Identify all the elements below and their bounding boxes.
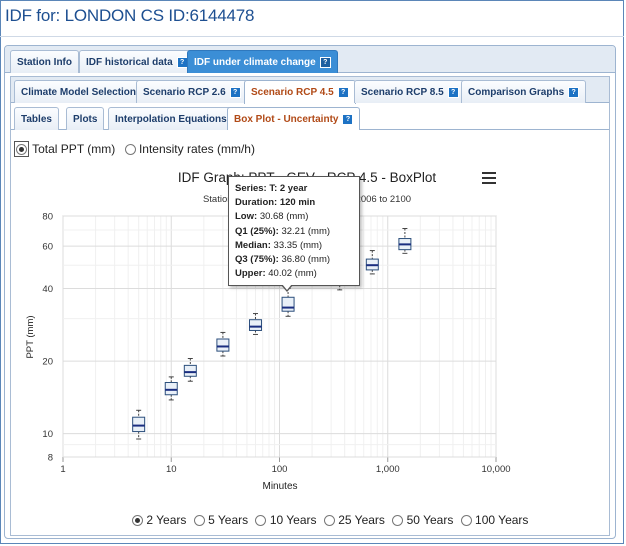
tooltip-upper: Upper: 40.02 (mm) <box>235 268 317 280</box>
tooltip-pointer-fill <box>282 284 292 290</box>
tab-idf-historical-data[interactable]: IDF historical data? <box>79 50 195 73</box>
radio-label: 25 Years <box>338 513 385 527</box>
tab-label: Climate Model Selection <box>21 87 137 98</box>
tab-label: Station Info <box>17 57 72 68</box>
tab-climate-model-selection[interactable]: Climate Model Selection <box>14 80 144 103</box>
main-panel: Station Info IDF historical data? IDF un… <box>4 45 616 539</box>
return-period-selector: 2 Years 5 Years 10 Years 25 Years 50 Yea… <box>132 513 532 527</box>
tooltip-q3: Q3 (75%): 36.80 (mm) <box>235 254 331 266</box>
tab-label: Comparison Graphs <box>468 87 565 98</box>
tooltip-q1: Q1 (25%): 32.21 (mm) <box>235 225 331 237</box>
tab-label: Box Plot - Uncertainty <box>234 114 339 125</box>
help-icon[interactable]: ? <box>319 56 331 68</box>
tooltip-low: Low: 30.68 (mm) <box>235 211 309 223</box>
tooltip-duration: Duration: 120 min <box>235 197 316 209</box>
return-period-option[interactable]: 25 Years <box>323 513 385 527</box>
radio-total-ppt-label: Total PPT (mm) <box>32 142 116 156</box>
tab-box-plot-uncertainty[interactable]: Box Plot - Uncertainty? <box>227 107 361 130</box>
return-period-option[interactable]: 2 Years <box>132 513 186 527</box>
page-title: IDF for: LONDON CS ID:6144478 <box>5 6 255 25</box>
menu-bar <box>482 177 496 179</box>
return-period-option[interactable]: 5 Years <box>193 513 249 527</box>
return-period-option[interactable]: 10 Years <box>255 513 317 527</box>
radio-50-years[interactable] <box>392 515 404 527</box>
radio-label: 2 Years <box>146 513 187 527</box>
help-icon[interactable]: ? <box>229 86 241 98</box>
help-icon[interactable]: ? <box>568 86 580 98</box>
radio-intensity-rates-label: Intensity rates (mm/h) <box>138 142 255 156</box>
ppt-toggle: Total PPT (mm) Intensity rates (mm/h) <box>14 141 261 157</box>
return-period-option[interactable]: 100 Years <box>460 513 529 527</box>
radio-label: 10 Years <box>269 513 317 527</box>
radio-25-years[interactable] <box>323 515 335 527</box>
menu-bar <box>482 172 496 174</box>
radio-total-ppt[interactable] <box>16 144 27 156</box>
return-period-option[interactable]: 50 Years <box>392 513 453 527</box>
title-divider <box>0 36 624 37</box>
tooltip-median: Median: 33.35 (mm) <box>235 239 323 251</box>
tab-scenario-rcp-4-5[interactable]: Scenario RCP 4.5? <box>244 80 356 104</box>
boxplot-tooltip: Series: T: 2 year Duration: 120 min Low:… <box>228 176 360 286</box>
tab-label: Scenario RCP 8.5 <box>361 87 444 98</box>
tab-label: IDF under climate change <box>194 57 316 68</box>
help-icon[interactable]: ? <box>337 86 349 98</box>
tabbar-level1: Station Info IDF historical data? IDF un… <box>5 46 615 73</box>
tab-label: Plots <box>73 114 98 125</box>
tab-comparison-graphs[interactable]: Comparison Graphs? <box>461 80 587 103</box>
tab-idf-under-climate-change[interactable]: IDF under climate change? <box>187 50 338 73</box>
help-icon[interactable]: ? <box>342 113 354 125</box>
radio-10-years[interactable] <box>255 515 267 527</box>
radio-label: 5 Years <box>208 513 249 527</box>
tab-label: Scenario RCP 4.5 <box>251 87 334 98</box>
tab-label: Interpolation Equations <box>115 114 227 125</box>
tab-plots[interactable]: Plots <box>66 107 105 130</box>
tab-station-info[interactable]: Station Info <box>10 50 79 73</box>
tab-tables[interactable]: Tables <box>14 107 59 130</box>
help-icon[interactable]: ? <box>447 86 459 98</box>
radio-total-ppt-box[interactable] <box>14 141 29 157</box>
tab-label: Tables <box>21 114 52 125</box>
tab-scenario-rcp-8-5[interactable]: Scenario RCP 8.5? <box>354 80 466 103</box>
radio-5-years[interactable] <box>193 515 205 527</box>
radio-intensity-rates[interactable] <box>124 144 136 156</box>
radio-label: 100 Years <box>475 513 529 527</box>
tab-scenario-rcp-2-6[interactable]: Scenario RCP 2.6? <box>136 80 248 103</box>
radio-2-years[interactable] <box>132 515 143 527</box>
chart-menu-icon[interactable] <box>482 172 496 184</box>
tab-label: Scenario RCP 2.6 <box>143 87 226 98</box>
radio-label: 50 Years <box>406 513 454 527</box>
radio-100-years[interactable] <box>460 515 472 527</box>
tabbar-level2: Climate Model Selection Scenario RCP 2.6… <box>11 77 609 104</box>
menu-bar <box>482 182 496 184</box>
tab-label: IDF historical data <box>86 57 173 68</box>
tabbar-level3: Tables Plots Interpolation Equations Box… <box>11 105 609 130</box>
tooltip-series: Series: T: 2 year <box>235 183 308 194</box>
tab-interpolation-equations[interactable]: Interpolation Equations <box>108 107 234 130</box>
